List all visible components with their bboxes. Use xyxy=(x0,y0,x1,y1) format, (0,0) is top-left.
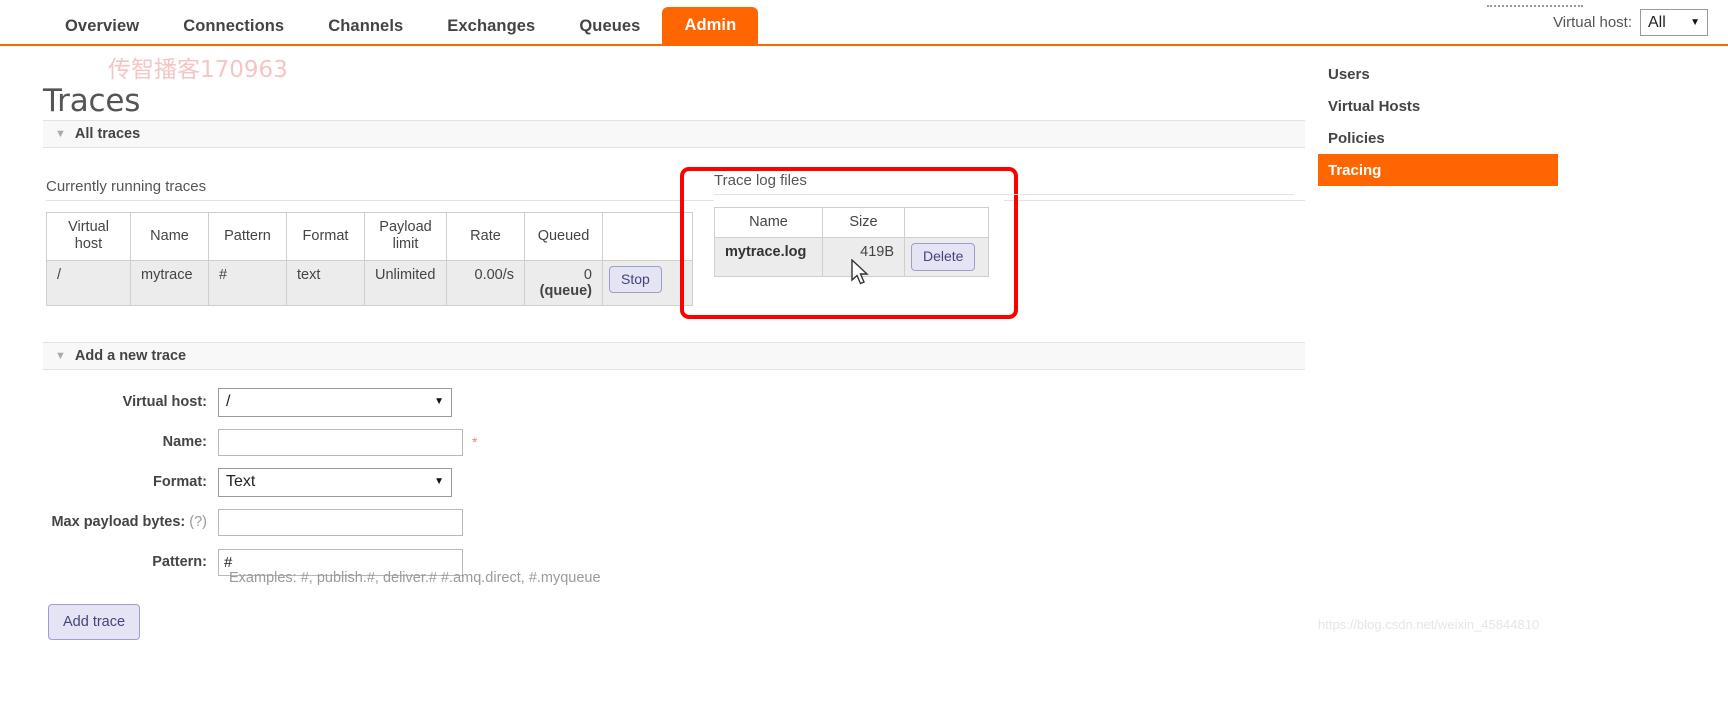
chevron-down-icon: ▼ xyxy=(434,476,444,487)
cell-virtual-host: / xyxy=(46,259,131,306)
section-header-all-traces[interactable]: ▼ All traces xyxy=(43,120,1305,148)
cell-log-name[interactable]: mytrace.log xyxy=(714,237,823,277)
chevron-down-icon: ▼ xyxy=(1690,16,1700,28)
trace-log-files-panel: Trace log files Name Size mytrace.log 41… xyxy=(714,172,1294,277)
nav-tab-list: Overview Connections Channels Exchanges … xyxy=(43,0,759,47)
required-marker: * xyxy=(472,434,478,450)
sidebar-item-virtual-hosts[interactable]: Virtual Hosts xyxy=(1318,90,1558,122)
tab-admin[interactable]: Admin xyxy=(662,6,759,46)
chevron-down-icon: ▼ xyxy=(434,396,444,407)
queued-note: (queue) xyxy=(539,282,592,299)
cell-actions: Stop xyxy=(602,259,693,306)
cell-pattern: # xyxy=(208,259,287,306)
pattern-examples-text: Examples: #, publish.#, deliver.# #.amq.… xyxy=(229,570,601,586)
table-row: mytrace.log 419B Delete xyxy=(714,237,989,277)
watermark-url-bottom: https://blog.csdn.net/weixin_45844810 xyxy=(1318,617,1540,632)
cell-log-actions: Delete xyxy=(904,237,989,277)
dotted-divider-stub xyxy=(1487,5,1583,7)
virtual-host-picker: Virtual host: All ▼ xyxy=(1553,9,1708,36)
chevron-down-icon: ▼ xyxy=(55,127,66,140)
tab-connections[interactable]: Connections xyxy=(161,8,306,47)
section-label-add-trace: Add a new trace xyxy=(74,348,187,364)
table-row: / mytrace # text Unlimited 0.00/s 0 (que… xyxy=(46,259,693,306)
label-name: Name: xyxy=(162,434,207,450)
add-trace-form: Virtual host: / ▼ Name: * Format: Text ▼… xyxy=(0,384,740,584)
tab-queues[interactable]: Queues xyxy=(557,8,662,47)
format-field-select[interactable]: Text ▼ xyxy=(218,467,452,497)
cell-queued: 0 (queue) xyxy=(524,259,603,306)
form-row-name: Name: * xyxy=(0,424,740,460)
column-header-actions xyxy=(602,212,693,261)
virtual-host-picker-label: Virtual host: xyxy=(1553,14,1632,31)
top-navigation-bar: Overview Connections Channels Exchanges … xyxy=(0,0,1728,46)
help-hint-icon[interactable]: (?) xyxy=(189,514,207,530)
virtual-host-field-select[interactable]: / ▼ xyxy=(218,387,452,417)
cell-payload-limit: Unlimited xyxy=(364,259,447,306)
label-virtual-host: Virtual host: xyxy=(122,394,207,410)
virtual-host-field-value: / xyxy=(226,393,231,410)
table-header-row: Virtual host Name Pattern Format Payload… xyxy=(46,212,693,261)
label-max-payload-text: Max payload bytes: xyxy=(51,514,186,530)
running-traces-divider xyxy=(46,200,1305,201)
page-title: Traces xyxy=(43,82,141,119)
cell-name: mytrace xyxy=(130,259,209,306)
admin-sidebar: Users Virtual Hosts Policies Tracing xyxy=(1318,58,1558,186)
add-trace-button[interactable]: Add trace xyxy=(48,604,141,641)
max-payload-input[interactable] xyxy=(218,508,463,536)
section-header-add-trace[interactable]: ▼ Add a new trace xyxy=(43,342,1305,370)
tab-channels[interactable]: Channels xyxy=(306,8,425,47)
section-label-all-traces: All traces xyxy=(74,126,141,142)
running-traces-caption: Currently running traces xyxy=(46,178,207,195)
delete-log-button[interactable]: Delete xyxy=(911,243,976,271)
chevron-down-icon: ▼ xyxy=(55,349,66,362)
cell-format: text xyxy=(286,259,365,306)
column-header-format: Format xyxy=(286,212,365,261)
label-max-payload-bytes: Max payload bytes: (?) xyxy=(0,514,218,530)
sidebar-item-tracing[interactable]: Tracing xyxy=(1318,154,1558,186)
cell-log-size: 419B xyxy=(822,237,905,277)
trace-log-files-table: Name Size mytrace.log 419B Delete xyxy=(714,206,989,277)
table-header-row: Name Size xyxy=(714,206,989,239)
column-header-queued: Queued xyxy=(524,212,603,261)
stop-trace-button[interactable]: Stop xyxy=(609,265,662,294)
column-header-payload-limit: Payload limit xyxy=(364,212,447,261)
label-pattern: Pattern: xyxy=(152,554,207,570)
virtual-host-select-value: All xyxy=(1648,13,1666,31)
tab-exchanges[interactable]: Exchanges xyxy=(425,8,557,47)
running-traces-table: Virtual host Name Pattern Format Payload… xyxy=(46,212,693,306)
cell-rate: 0.00/s xyxy=(446,259,525,306)
tab-overview[interactable]: Overview xyxy=(43,8,161,47)
column-header-name: Name xyxy=(130,212,209,261)
column-header-log-size: Size xyxy=(822,206,905,239)
queued-count: 0 xyxy=(583,266,592,283)
virtual-host-select[interactable]: All ▼ xyxy=(1640,9,1708,36)
form-row-virtual-host: Virtual host: / ▼ xyxy=(0,384,740,420)
form-row-format: Format: Text ▼ xyxy=(0,464,740,500)
column-header-log-actions xyxy=(904,206,989,239)
form-row-max-payload: Max payload bytes: (?) xyxy=(0,504,740,540)
column-header-log-name: Name xyxy=(714,206,823,239)
trace-log-files-caption: Trace log files xyxy=(714,172,807,189)
column-header-pattern: Pattern xyxy=(208,212,287,261)
column-header-rate: Rate xyxy=(446,212,525,261)
label-format: Format: xyxy=(153,474,207,490)
format-field-value: Text xyxy=(226,473,256,490)
trace-log-files-divider xyxy=(714,194,1294,195)
sidebar-item-policies[interactable]: Policies xyxy=(1318,122,1558,154)
sidebar-item-users[interactable]: Users xyxy=(1318,58,1558,90)
watermark-text-top: 传智播客170963 xyxy=(108,57,288,83)
column-header-virtual-host: Virtual host xyxy=(46,212,131,261)
name-input[interactable] xyxy=(218,428,463,456)
